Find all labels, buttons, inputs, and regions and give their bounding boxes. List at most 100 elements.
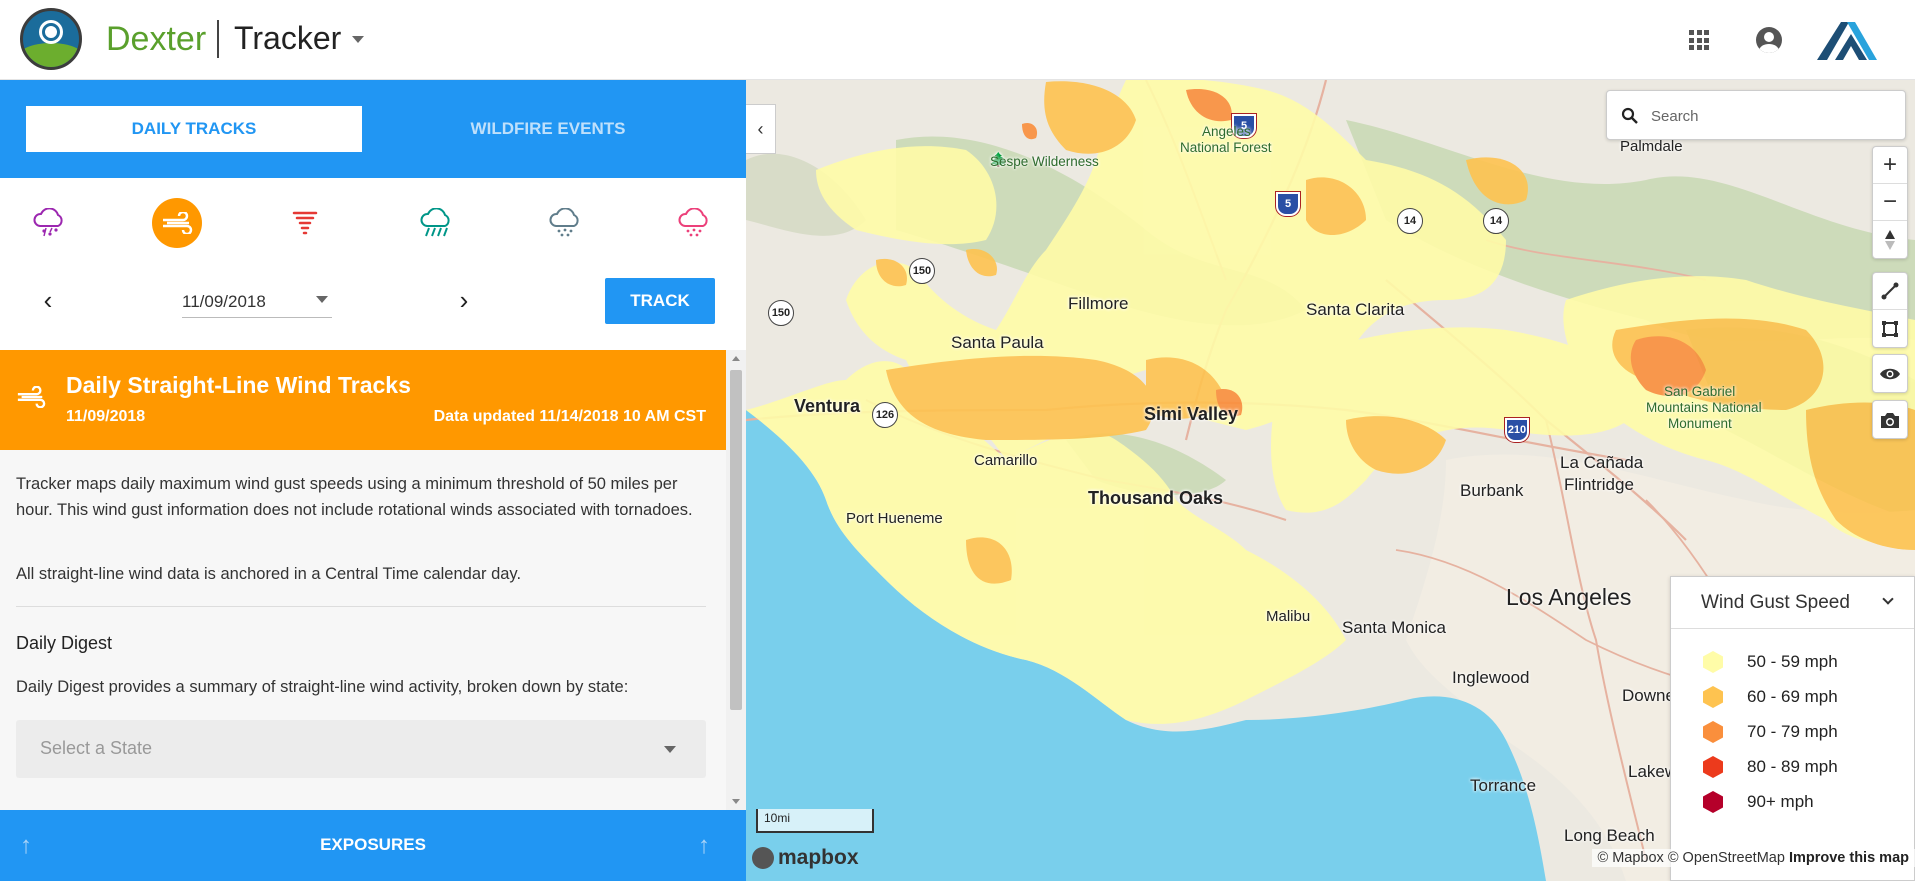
place-label-la-canada-1: La Cañada — [1560, 453, 1644, 472]
eye-icon — [1880, 368, 1900, 379]
wind-icon — [17, 386, 46, 408]
legend-label: 70 - 79 mph — [1747, 722, 1838, 741]
place-label-thousand-oaks: Thousand Oaks — [1088, 488, 1224, 508]
company-logo — [1817, 22, 1877, 60]
legend-item-70-79: 70 - 79 mph — [1701, 720, 1838, 744]
place-label-san-gabriel-2: Mountains National — [1646, 400, 1762, 415]
screenshot-control — [1872, 400, 1908, 439]
scroll-down-arrow-icon[interactable] — [732, 799, 740, 804]
app-name[interactable]: Tracker — [234, 20, 341, 57]
tornado-icon[interactable] — [280, 198, 330, 248]
camera-icon — [1881, 412, 1899, 428]
next-day-chevron-icon[interactable]: › — [449, 286, 479, 316]
legend-hex-icon — [1703, 756, 1723, 778]
legend-label: 60 - 69 mph — [1747, 687, 1838, 706]
place-label-simi-valley: Simi Valley — [1144, 404, 1239, 424]
apps-grid-icon[interactable] — [1689, 30, 1709, 50]
exposures-bar[interactable]: ↑ EXPOSURES ↑ — [0, 810, 746, 881]
reset-bearing-button[interactable] — [1873, 221, 1907, 258]
place-label-torrance: Torrance — [1470, 776, 1537, 795]
exposures-label: EXPOSURES — [320, 835, 426, 854]
brand-name: Dexter — [106, 20, 207, 58]
hail-icon[interactable] — [24, 198, 74, 248]
place-label-malibu: Malibu — [1266, 608, 1311, 625]
map-view[interactable]: 5 5 14 14 150 150 126 210 Palmdale 🌲 Ses… — [746, 80, 1915, 881]
place-label-san-gabriel-1: San Gabriel — [1664, 384, 1736, 399]
scroll-thumb[interactable] — [730, 370, 742, 710]
draw-controls — [1872, 272, 1908, 348]
legend-title: Wind Gust Speed — [1701, 591, 1850, 613]
legend-hex-icon — [1703, 651, 1723, 673]
screenshot-button[interactable] — [1873, 401, 1907, 438]
date-picker-caret-icon[interactable] — [316, 296, 328, 303]
date-picker[interactable]: 11/09/2018 — [182, 288, 332, 318]
legend-hex-icon — [1703, 686, 1723, 708]
legend-header[interactable]: Wind Gust Speed — [1671, 577, 1914, 629]
dexter-logo[interactable] — [20, 8, 82, 70]
chevron-down-icon[interactable] — [1882, 593, 1894, 605]
scroll-up-arrow-icon[interactable] — [732, 356, 740, 361]
visibility-control — [1872, 354, 1908, 393]
previous-day-chevron-icon[interactable]: ‹ — [33, 286, 63, 316]
search-input[interactable] — [1651, 101, 1891, 131]
legend-item-80-89: 80 - 89 mph — [1701, 755, 1838, 779]
account-icon[interactable] — [1756, 27, 1782, 53]
map-attribution: © Mapbox © OpenStreetMap Improve this ma… — [1591, 849, 1915, 867]
digest-heading: Daily Digest — [16, 633, 113, 653]
wind-gust-legend: Wind Gust Speed 50 - 59 mph 60 - 69 mph … — [1670, 576, 1915, 881]
legend-item-50-59: 50 - 59 mph — [1701, 650, 1838, 674]
place-label-palmdale: Palmdale — [1620, 138, 1683, 155]
expand-up-arrow-icon-right[interactable]: ↑ — [698, 832, 710, 860]
tab-daily-tracks[interactable]: DAILY TRACKS — [26, 106, 362, 152]
place-label-camarillo: Camarillo — [974, 452, 1038, 469]
place-label-ventura: Ventura — [794, 396, 861, 416]
place-label-burbank: Burbank — [1460, 481, 1524, 500]
state-select[interactable]: Select a State — [16, 720, 706, 778]
digest-text: Daily Digest provides a summary of strai… — [16, 678, 629, 696]
draw-polygon-button[interactable] — [1873, 310, 1907, 347]
route-14-shield-b: 14 — [1483, 208, 1509, 234]
place-label-la-canada-2: Flintridge — [1564, 475, 1634, 494]
place-label-los-angeles: Los Angeles — [1506, 584, 1632, 610]
brand-separator — [217, 20, 219, 58]
track-button[interactable]: TRACK — [605, 278, 715, 324]
left-panel: DAILY TRACKS WILDFIRE EVENTS ‹ 11/09/201… — [0, 80, 746, 881]
tab-wildfire-events[interactable]: WILDFIRE EVENTS — [380, 106, 716, 152]
draw-line-button[interactable] — [1873, 273, 1907, 310]
route-126-shield: 126 — [872, 402, 898, 428]
banner-date: 11/09/2018 — [66, 408, 146, 425]
top-bar: Dexter Tracker — [0, 0, 1915, 80]
tab-bar: DAILY TRACKS WILDFIRE EVENTS — [0, 80, 746, 178]
legend-hex-icon — [1703, 721, 1723, 743]
legend-item-60-69: 60 - 69 mph — [1701, 685, 1838, 709]
place-label-santa-clarita: Santa Clarita — [1306, 300, 1405, 319]
panel-scrollbar[interactable] — [726, 350, 746, 810]
route-14-shield-a: 14 — [1397, 208, 1423, 234]
zoom-out-button[interactable]: − — [1873, 184, 1907, 221]
divider — [16, 606, 706, 607]
legend-item-90-plus: 90+ mph — [1701, 790, 1814, 814]
place-label-long-beach: Long Beach — [1564, 826, 1655, 845]
place-label-downey: Downe — [1622, 686, 1675, 705]
winter-storm-icon[interactable] — [540, 198, 590, 248]
mapbox-logo-icon — [752, 847, 774, 869]
heavy-rain-icon[interactable] — [411, 198, 461, 248]
zoom-in-button[interactable]: + — [1873, 147, 1907, 184]
improve-map-link[interactable]: Improve this map — [1789, 850, 1909, 866]
app-switcher-caret-icon[interactable] — [352, 36, 364, 43]
wind-icon[interactable] — [152, 198, 202, 248]
place-label-santa-monica: Santa Monica — [1342, 618, 1446, 637]
legend-label: 50 - 59 mph — [1747, 652, 1838, 671]
wildfire-icon[interactable] — [669, 198, 719, 248]
attribution-text[interactable]: © Mapbox © OpenStreetMap — [1598, 850, 1785, 866]
compass-icon — [1885, 229, 1895, 250]
mapbox-logo[interactable]: mapbox — [752, 846, 859, 870]
toggle-visibility-button[interactable] — [1873, 355, 1907, 392]
draw-polygon-icon — [1882, 320, 1898, 337]
description-text: Tracker maps daily maximum wind gust spe… — [16, 475, 693, 519]
info-content: Daily Straight-Line Wind Tracks 11/09/20… — [0, 350, 726, 810]
map-search-box[interactable] — [1606, 90, 1906, 140]
search-icon — [1621, 107, 1638, 124]
place-label-santa-paula: Santa Paula — [951, 333, 1044, 352]
collapse-panel-button[interactable]: ‹ — [746, 104, 776, 154]
